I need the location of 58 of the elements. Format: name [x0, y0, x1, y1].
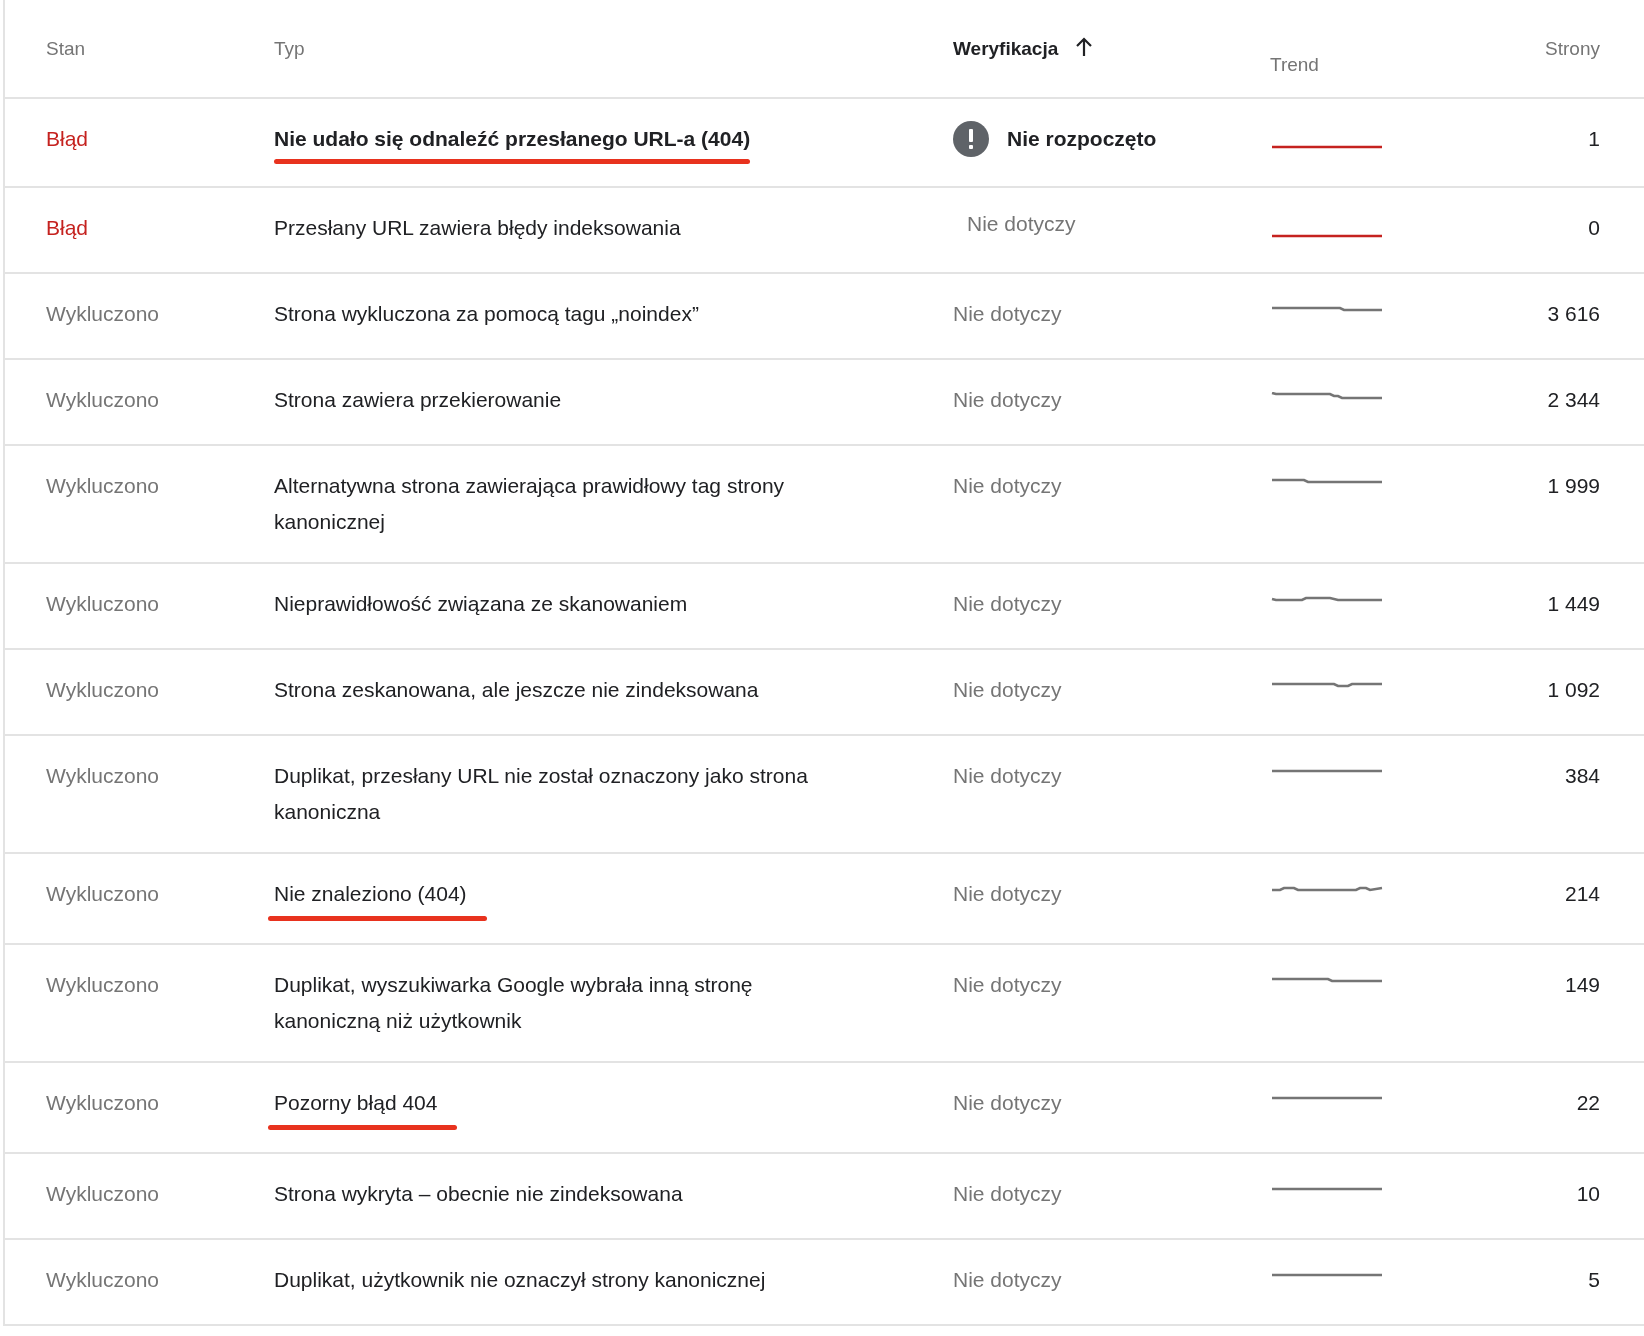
status-text: Wykluczono — [46, 763, 160, 789]
page-count: 1 092 — [1547, 677, 1600, 703]
issue-type-link[interactable]: Duplikat, przesłany URL nie został oznaczony jako strona kanoniczna — [274, 758, 844, 830]
verification-status: Nie rozpoczęto — [1007, 126, 1157, 152]
verification-status: Nie dotyczy — [953, 387, 1062, 413]
column-header[interactable]: Weryfikacja — [953, 37, 1059, 60]
status-text: Wykluczono — [46, 1267, 160, 1293]
page-count: 1 — [1588, 126, 1600, 152]
issue-type-link[interactable]: Nie udało się odnaleźć przesłanego URL-a (404) — [274, 121, 751, 157]
page-count: 214 — [1564, 881, 1600, 907]
column-header[interactable]: Trend — [1270, 53, 1319, 76]
status-text: Wykluczono — [46, 677, 160, 703]
page-count: 10 — [1576, 1181, 1600, 1207]
verification-status: Nie dotyczy — [953, 1181, 1062, 1207]
status-text: Wykluczono — [46, 972, 160, 998]
verification-status: Nie dotyczy — [953, 881, 1062, 907]
verification-status: Nie dotyczy — [953, 677, 1062, 703]
issue-type-link[interactable]: Strona wykluczona za pomocą tagu „noindex” — [274, 296, 699, 332]
status-text: Wykluczono — [46, 387, 160, 413]
column-header[interactable]: Strony — [1545, 37, 1600, 60]
page-count: 5 — [1588, 1267, 1600, 1293]
verification-status: Nie dotyczy — [953, 1267, 1062, 1293]
status-text: Wykluczono — [46, 1090, 160, 1116]
issue-type-link[interactable]: Strona zeskanowana, ale jeszcze nie zindeksowana — [274, 672, 759, 708]
verification-status: Nie dotyczy — [953, 763, 1062, 789]
status-text: Wykluczono — [46, 473, 160, 499]
issue-type-link[interactable]: Strona zawiera przekierowanie — [274, 382, 562, 418]
status-text: Błąd — [46, 126, 89, 152]
page-count: 0 — [1588, 215, 1600, 241]
status-text: Wykluczono — [46, 591, 160, 617]
page-count: 384 — [1564, 763, 1600, 789]
issue-type-link[interactable]: Nieprawidłowość związana ze skanowaniem — [274, 586, 688, 622]
verification-status: Nie dotyczy — [953, 591, 1062, 617]
verification-status: Nie dotyczy — [953, 301, 1062, 327]
column-header[interactable]: Stan — [46, 37, 86, 60]
status-text: Błąd — [46, 215, 89, 241]
column-header[interactable]: Typ — [274, 37, 305, 60]
sort-arrow-up-icon[interactable] — [1076, 36, 1093, 57]
issue-type-link[interactable]: Alternatywna strona zawierająca prawidłowy tag strony kanonicznej — [274, 468, 844, 540]
issue-type-link[interactable]: Przesłany URL zawiera błędy indeksowania — [274, 210, 681, 246]
issue-type-link[interactable]: Duplikat, wyszukiwarka Google wybrała inną stronę kanoniczną niż użytkownik — [274, 967, 844, 1039]
status-text: Wykluczono — [46, 1181, 160, 1207]
page-count: 2 344 — [1547, 387, 1600, 413]
issue-type-link[interactable]: Strona wykryta – obecnie nie zindeksowana — [274, 1176, 683, 1212]
verification-status: Nie dotyczy — [953, 1090, 1062, 1116]
issue-type-link[interactable]: Duplikat, użytkownik nie oznaczył strony kanonicznej — [274, 1262, 766, 1298]
issue-type-link[interactable]: Pozorny błąd 404 — [274, 1085, 438, 1121]
page-count: 149 — [1564, 972, 1600, 998]
verification-status: Nie dotyczy — [967, 211, 1076, 237]
page-count: 22 — [1576, 1090, 1600, 1116]
status-text: Wykluczono — [46, 301, 160, 327]
issue-type-link[interactable]: Nie znaleziono (404) — [274, 876, 467, 912]
status-text: Wykluczono — [46, 881, 160, 907]
page-count: 1 449 — [1547, 591, 1600, 617]
verification-status: Nie dotyczy — [953, 473, 1062, 499]
verification-status: Nie dotyczy — [953, 972, 1062, 998]
page-count: 1 999 — [1547, 473, 1600, 499]
page-count: 3 616 — [1547, 301, 1600, 327]
